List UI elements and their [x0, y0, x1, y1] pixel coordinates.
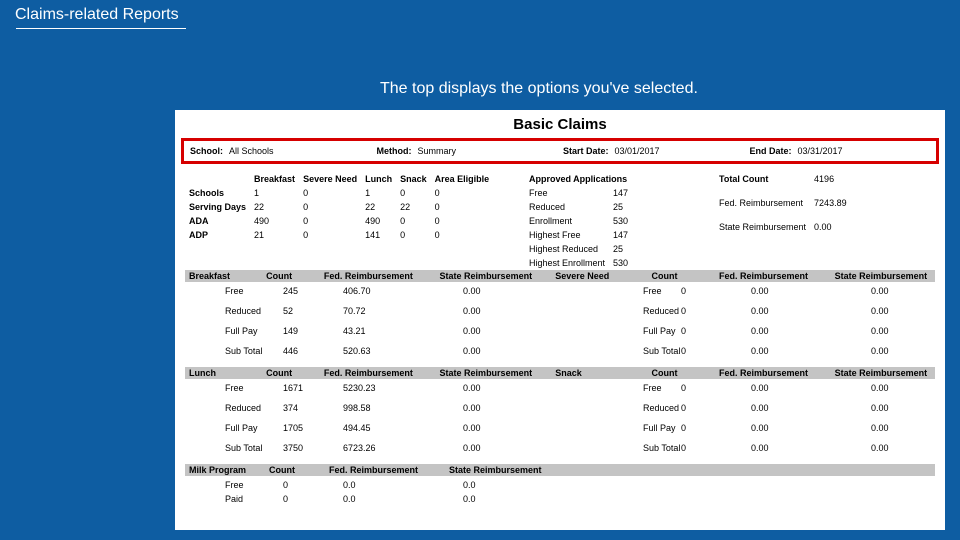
data-row: Sub Total446520.630.00 [185, 344, 583, 358]
approved-apps-header: Approved Applications [525, 172, 632, 186]
data-row: Full Pay1705494.450.00 [185, 421, 583, 435]
row-serving-days: Serving Days [185, 200, 250, 214]
detail-header-bar: Milk ProgramCountFed. ReimbursementState… [185, 464, 935, 476]
annotation-text: The top displays the options you've sele… [380, 80, 698, 97]
report-title: Basic Claims [513, 116, 606, 133]
param-school-value: All Schools [229, 146, 274, 156]
section-right-title: Severe Need [555, 271, 651, 281]
detail-section: Free00.00.0Paid00.00.0 [175, 476, 945, 509]
detail-sections: BreakfastCountFed. ReimbursementState Re… [175, 270, 945, 509]
col-lunch: Lunch [361, 172, 396, 186]
section-left-title: Lunch [189, 368, 266, 378]
totals-table: Total Count4196 Fed. Reimbursement7243.8… [715, 172, 851, 234]
col-area-eligible: Area Eligible [431, 172, 494, 186]
data-row: Free00.000.00 [583, 381, 960, 395]
param-start-value: 03/01/2017 [615, 146, 660, 156]
detail-section: Free245406.700.00 Reduced5270.720.00 Full … [175, 282, 945, 367]
data-row: Full Pay00.000.00 [583, 324, 960, 338]
data-row: Reduced00.000.00 [583, 401, 960, 415]
param-method-value: Summary [418, 146, 457, 156]
param-end-value: 03/31/2017 [798, 146, 843, 156]
section-left-title: Milk Program [189, 465, 269, 475]
param-school-label: School: [190, 146, 223, 156]
col-severe-need: Severe Need [299, 172, 361, 186]
data-row: Free245406.700.00 [185, 284, 583, 298]
data-row: Full Pay14943.210.00 [185, 324, 583, 338]
detail-section: Free16715230.230.00 Reduced374998.580.00 F… [175, 379, 945, 464]
param-end-label: End Date: [750, 146, 792, 156]
data-row: Reduced5270.720.00 [185, 304, 583, 318]
param-method-label: Method: [377, 146, 412, 156]
report-panel: Basic Claims School:All Schools Method:S… [175, 110, 945, 530]
data-row: Full Pay00.000.00 [583, 421, 960, 435]
detail-header-bar: BreakfastCountFed. ReimbursementState Re… [185, 270, 935, 282]
param-start-label: Start Date: [563, 146, 609, 156]
header-title: Claims-related Reports [15, 6, 179, 23]
data-row: Reduced00.000.00 [583, 304, 960, 318]
params-row: School: All Schools Method: Summary Start … [184, 141, 936, 161]
summary-block: Breakfast Severe Need Lunch Snack Area E… [175, 170, 945, 270]
section-right-title: Snack [555, 368, 651, 378]
total-count-value: 4196 [810, 172, 851, 186]
approved-apps-table: Approved Applications Free147 Reduced25 … [525, 172, 632, 270]
summary-table: Breakfast Severe Need Lunch Snack Area E… [185, 172, 493, 242]
data-row: Reduced374998.580.00 [185, 401, 583, 415]
data-row: Free00.000.00 [583, 284, 960, 298]
data-row: Sub Total00.000.00 [583, 344, 960, 358]
section-left-title: Breakfast [189, 271, 266, 281]
data-row: Free16715230.230.00 [185, 381, 583, 395]
detail-header-bar: LunchCountFed. ReimbursementState Reimbu… [185, 367, 935, 379]
row-schools: Schools [185, 186, 250, 200]
row-adp: ADP [185, 228, 250, 242]
selected-options-highlight: School: All Schools Method: Summary Start … [181, 138, 939, 164]
data-row: Sub Total00.000.00 [583, 441, 960, 455]
row-ada: ADA [185, 214, 250, 228]
col-breakfast: Breakfast [250, 172, 299, 186]
data-row: Free00.00.0 [185, 478, 935, 492]
data-row: Paid00.00.0 [185, 492, 935, 506]
col-snack: Snack [396, 172, 431, 186]
data-row: Sub Total37506723.260.00 [185, 441, 583, 455]
total-count-label: Total Count [715, 172, 810, 186]
